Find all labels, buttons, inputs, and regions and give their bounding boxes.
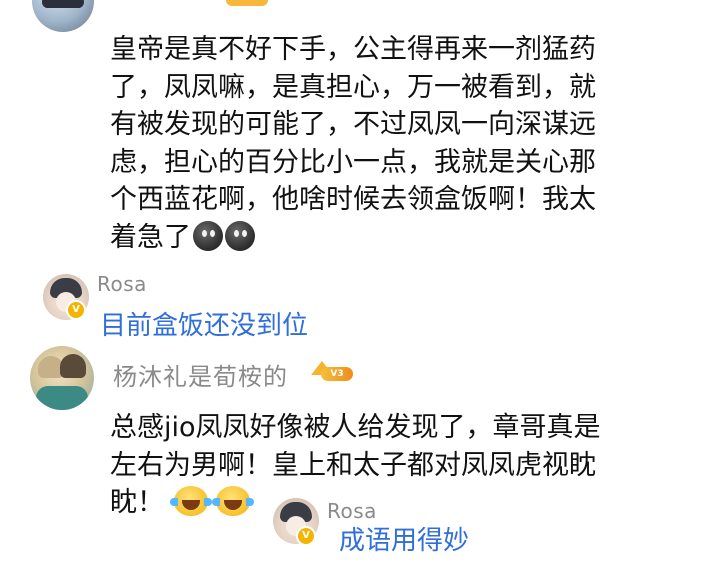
reply-username[interactable]: Rosa: [97, 272, 147, 296]
commenter-avatar[interactable]: [32, 0, 94, 32]
level-pill: V3: [321, 367, 353, 381]
verified-v-badge: V: [296, 526, 316, 546]
avatar-hair: [42, 0, 84, 8]
dark-grin-emoji: [225, 220, 255, 251]
vip-level-badge: V3: [311, 361, 355, 381]
laugh-cry-emoji: [170, 486, 212, 516]
vip-level-badge: [226, 0, 268, 6]
comment-line: 有被发现的可能了，不过凤凤一向深谋远: [110, 109, 596, 140]
comment-line: 眈！: [110, 487, 164, 518]
comment-text: 总感jio凤凤好像被人给发现了，章哥真是 左右为男啊！皇上和太子都对凤凤虎视眈 …: [110, 409, 700, 522]
comment-last-line: 着急了: [110, 219, 700, 257]
comment-line: 个西蓝花啊，他啥时候去领盒饭啊！我太: [110, 184, 596, 215]
comment-line: 皇帝是真不好下手，公主得再来一剂猛药: [110, 34, 596, 65]
comment-last-line: 眈！: [110, 484, 700, 522]
comment-line: 左右为男啊！皇上和太子都对凤凤虎视眈: [110, 449, 596, 481]
comment-line: 虑，担心的百分比小一点，我就是关心那: [110, 146, 596, 178]
commenter-avatar[interactable]: [30, 346, 94, 410]
avatar-shirt: [36, 386, 88, 410]
verified-v-badge: V: [66, 300, 86, 320]
comment-line: 了，凤凤嘛，是真担心，万一被看到，就: [110, 71, 596, 103]
comment-line: 总感jio凤凤好像被人给发现了，章哥真是: [110, 412, 601, 443]
commenter-username[interactable]: 杨沐礼是荀桉的: [113, 357, 288, 392]
reply-text[interactable]: 目前盒饭还没到位: [100, 305, 308, 342]
comment-text: 皇帝是真不好下手，公主得再来一剂猛药 了，凤凤嘛，是真担心，万一被看到，就 有被…: [110, 31, 700, 256]
laugh-cry-emoji: [212, 486, 254, 516]
reply-text[interactable]: 成语用得妙: [339, 520, 469, 557]
dark-grin-emoji: [193, 220, 223, 251]
comment-line: 着急了: [110, 221, 191, 253]
avatar-hair: [60, 354, 86, 378]
